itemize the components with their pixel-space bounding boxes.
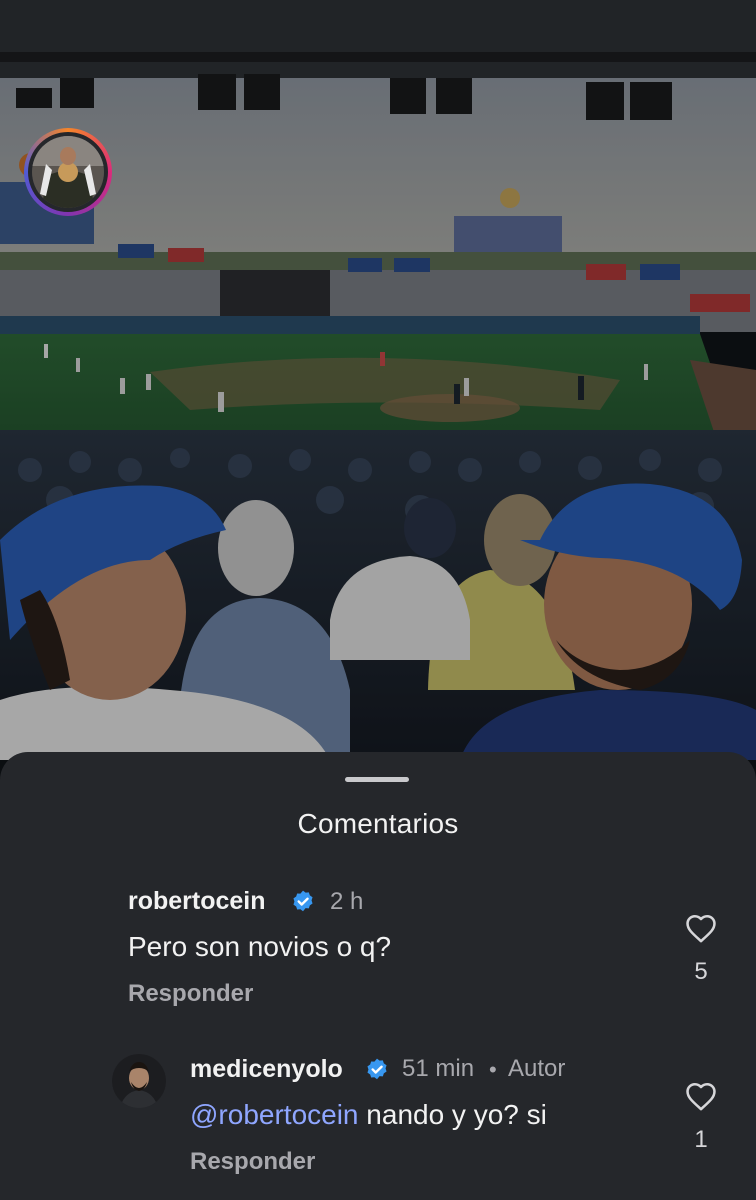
comment-timestamp: 2 h <box>330 888 364 915</box>
comment-username[interactable]: robertocein <box>128 887 266 916</box>
like-count: 5 <box>694 958 708 985</box>
avatar-image <box>32 136 104 208</box>
avatar-story-ring[interactable] <box>24 128 112 216</box>
comments-sheet: Comentarios <box>0 752 756 1200</box>
comment-text: Pero son novios o q? <box>128 931 392 962</box>
reply-button[interactable]: Responder <box>128 980 253 1008</box>
avatar-image <box>112 1054 166 1108</box>
avatar[interactable] <box>112 1054 166 1108</box>
separator-dot: • <box>489 1057 497 1082</box>
post-photo <box>0 0 756 800</box>
reply-username[interactable]: medicenyolo <box>190 1055 343 1084</box>
like-count: 1 <box>694 1126 708 1153</box>
heart-icon[interactable] <box>684 912 718 944</box>
reply-button[interactable]: Responder <box>190 1148 315 1176</box>
author-label: Autor <box>508 1055 566 1082</box>
reply-timestamp: 51 min <box>402 1055 475 1082</box>
mention-link[interactable]: @robertocein <box>190 1099 359 1130</box>
drag-handle[interactable] <box>345 777 409 782</box>
verified-badge-icon <box>293 890 313 912</box>
sheet-title: Comentarios <box>297 808 459 839</box>
reply-text: @robertocein nando y yo? si <box>190 1099 547 1131</box>
stadium-photo-illustration <box>0 0 756 800</box>
reply-text-body: nando y yo? si <box>358 1099 547 1130</box>
avatar[interactable] <box>32 136 104 208</box>
heart-icon[interactable] <box>684 1080 718 1112</box>
verified-badge-icon <box>367 1058 387 1080</box>
